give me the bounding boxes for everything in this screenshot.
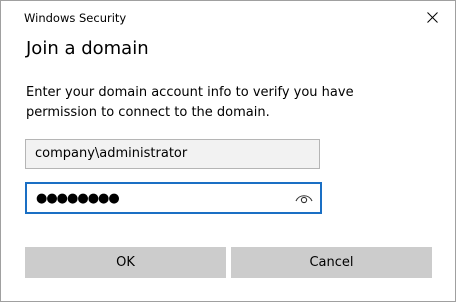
eye-icon	[295, 189, 313, 208]
username-field[interactable]: company\administrator	[25, 139, 320, 169]
close-icon	[426, 11, 438, 23]
dialog-heading: Join a domain	[26, 38, 149, 59]
close-button[interactable]	[409, 1, 455, 33]
password-masked-value: ●●●●●●●●	[36, 191, 120, 206]
reveal-password-button[interactable]	[293, 188, 315, 208]
windows-security-dialog: Windows Security Join a domain Enter you…	[0, 0, 456, 302]
cancel-button[interactable]: Cancel	[231, 247, 432, 278]
window-title: Windows Security	[24, 11, 127, 25]
dialog-description: Enter your domain account info to verify…	[26, 85, 354, 120]
ok-button[interactable]: OK	[25, 247, 226, 278]
password-field[interactable]: ●●●●●●●●	[25, 182, 322, 214]
